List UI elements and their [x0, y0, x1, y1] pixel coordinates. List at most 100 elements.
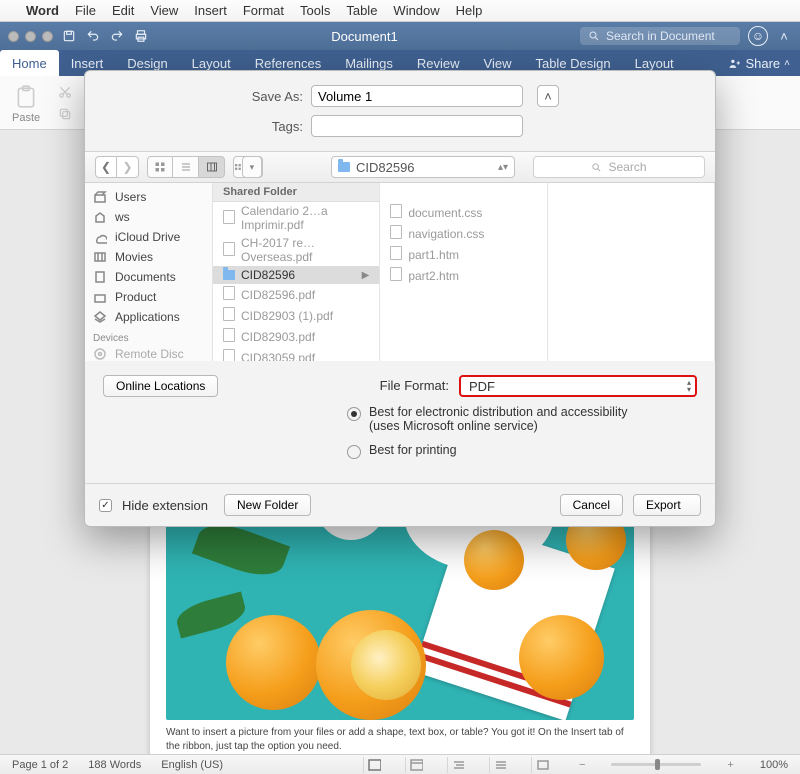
view-web-layout-icon[interactable]: [405, 757, 427, 773]
file-format-select[interactable]: PDF ▴▾: [459, 375, 697, 397]
sidebar-item-documents[interactable]: Documents: [93, 267, 204, 287]
zoom-percent[interactable]: 100%: [760, 759, 788, 771]
menu-view[interactable]: View: [150, 3, 178, 18]
menu-edit[interactable]: Edit: [112, 3, 134, 18]
zoom-plus-icon[interactable]: +: [727, 759, 733, 771]
feedback-icon[interactable]: ☺: [748, 26, 768, 46]
hide-extension-label: Hide extension: [122, 498, 208, 513]
view-icons-icon[interactable]: [147, 156, 173, 178]
save-as-label: Save As:: [103, 89, 303, 104]
radio-best-printing[interactable]: Best for printing: [347, 443, 697, 459]
mac-menubar: Word File Edit View Insert Format Tools …: [0, 0, 800, 22]
redo-icon[interactable]: [109, 28, 125, 44]
file-row[interactable]: document.css: [380, 202, 546, 223]
inserted-image: [166, 500, 634, 720]
file-row[interactable]: navigation.css: [380, 223, 546, 244]
file-row[interactable]: CID82903.pdf: [213, 326, 379, 347]
view-focus-icon[interactable]: [531, 757, 553, 773]
search-in-document-placeholder: Search in Document: [606, 29, 715, 43]
menu-insert[interactable]: Insert: [194, 3, 227, 18]
zoom-slider[interactable]: [611, 763, 701, 766]
file-row[interactable]: CID83059.pdf: [213, 347, 379, 361]
arrange-icon[interactable]: ▾: [233, 156, 263, 178]
menu-window[interactable]: Window: [393, 3, 439, 18]
document-page: Want to insert a picture from your files…: [150, 490, 650, 754]
view-columns-icon[interactable]: [199, 156, 225, 178]
online-locations-button[interactable]: Online Locations: [103, 375, 218, 397]
paste-label: Paste: [12, 112, 40, 124]
tags-input[interactable]: [311, 115, 523, 137]
copy-icon[interactable]: [58, 107, 72, 121]
status-words[interactable]: 188 Words: [88, 759, 141, 771]
sidebar-item-movies[interactable]: Movies: [93, 247, 204, 267]
forward-icon[interactable]: ❯: [117, 156, 139, 178]
status-page[interactable]: Page 1 of 2: [12, 759, 68, 771]
file-format-label: File Format:: [369, 375, 449, 393]
save-icon[interactable]: [61, 28, 77, 44]
share-button[interactable]: Share ˄: [718, 50, 800, 76]
undo-icon[interactable]: [85, 28, 101, 44]
file-row[interactable]: part2.htm: [380, 265, 546, 286]
menu-help[interactable]: Help: [456, 3, 483, 18]
file-row[interactable]: CID82596.pdf: [213, 284, 379, 305]
cancel-button[interactable]: Cancel: [560, 494, 623, 516]
document-title: Document1: [157, 29, 572, 44]
view-list-icon[interactable]: [173, 156, 199, 178]
window-controls[interactable]: [8, 31, 53, 42]
status-language[interactable]: English (US): [161, 759, 223, 771]
hide-extension-checkbox[interactable]: ✓: [99, 499, 112, 512]
finder-search-placeholder: Search: [608, 160, 646, 174]
statusbar: Page 1 of 2 188 Words English (US) − + 1…: [0, 754, 800, 774]
nav-back-forward[interactable]: ❮❯: [95, 156, 139, 178]
finder-column-2: document.cssnavigation.csspart1.htmpart2…: [380, 183, 547, 361]
finder-search[interactable]: Search: [533, 156, 705, 178]
new-folder-button[interactable]: New Folder: [224, 494, 311, 516]
tab-home[interactable]: Home: [0, 50, 59, 76]
radio1-line1: Best for electronic distribution and acc…: [369, 405, 627, 419]
back-icon[interactable]: ❮: [95, 156, 117, 178]
folder-icon: [338, 160, 350, 175]
word-titlebar: Document1 Search in Document ☺ ˄: [0, 22, 800, 50]
collapse-toggle[interactable]: ˄: [537, 85, 559, 107]
cut-icon[interactable]: [58, 85, 72, 99]
file-row[interactable]: part1.htm: [380, 244, 546, 265]
sidebar-item-applications[interactable]: Applications: [93, 307, 204, 327]
paste-button[interactable]: Paste: [12, 82, 40, 124]
search-in-document[interactable]: Search in Document: [580, 27, 740, 45]
menu-tools[interactable]: Tools: [300, 3, 330, 18]
finder-column-3: [548, 183, 715, 361]
file-row[interactable]: CID82596▶: [213, 266, 379, 284]
file-row[interactable]: CID82903 (1).pdf: [213, 305, 379, 326]
sidebar-item-users[interactable]: Users: [93, 187, 204, 207]
view-print-layout-icon[interactable]: [363, 757, 385, 773]
radio2-label: Best for printing: [369, 443, 457, 457]
print-icon[interactable]: [133, 28, 149, 44]
menu-format[interactable]: Format: [243, 3, 284, 18]
finder-sidebar: Users ws iCloud Drive Movies Documents P…: [85, 183, 213, 361]
file-format-value: PDF: [469, 379, 495, 394]
save-as-input[interactable]: [311, 85, 523, 107]
menu-table[interactable]: Table: [346, 3, 377, 18]
sidebar-item-remote-disc[interactable]: Remote Disc: [93, 344, 204, 361]
chevron-updown-icon: ▴▾: [498, 162, 508, 173]
path-current: CID82596: [356, 160, 415, 175]
radio-icon: [347, 445, 361, 459]
file-row[interactable]: CH-2017 re…Overseas.pdf: [213, 234, 379, 266]
radio-best-electronic[interactable]: Best for electronic distribution and acc…: [347, 405, 697, 433]
sidebar-item-ws[interactable]: ws: [93, 207, 204, 227]
menubar-app[interactable]: Word: [26, 3, 59, 18]
zoom-minus-icon[interactable]: −: [579, 759, 585, 771]
sidebar-item-icloud[interactable]: iCloud Drive: [93, 227, 204, 247]
sidebar-item-product[interactable]: Product: [93, 287, 204, 307]
export-button[interactable]: Export: [633, 494, 701, 516]
finder-toolbar: ❮❯ ▾ CID82596 ▴▾ Search: [85, 151, 715, 183]
share-label: Share: [745, 56, 780, 71]
file-row[interactable]: Calendario 2…a Imprimir.pdf: [213, 202, 379, 234]
radio-icon: [347, 407, 361, 421]
chevron-up-icon[interactable]: ˄: [776, 28, 792, 44]
menu-file[interactable]: File: [75, 3, 96, 18]
path-dropdown[interactable]: CID82596 ▴▾: [331, 156, 515, 178]
view-draft-icon[interactable]: [489, 757, 511, 773]
tags-label: Tags:: [103, 119, 303, 134]
view-outline-icon[interactable]: [447, 757, 469, 773]
